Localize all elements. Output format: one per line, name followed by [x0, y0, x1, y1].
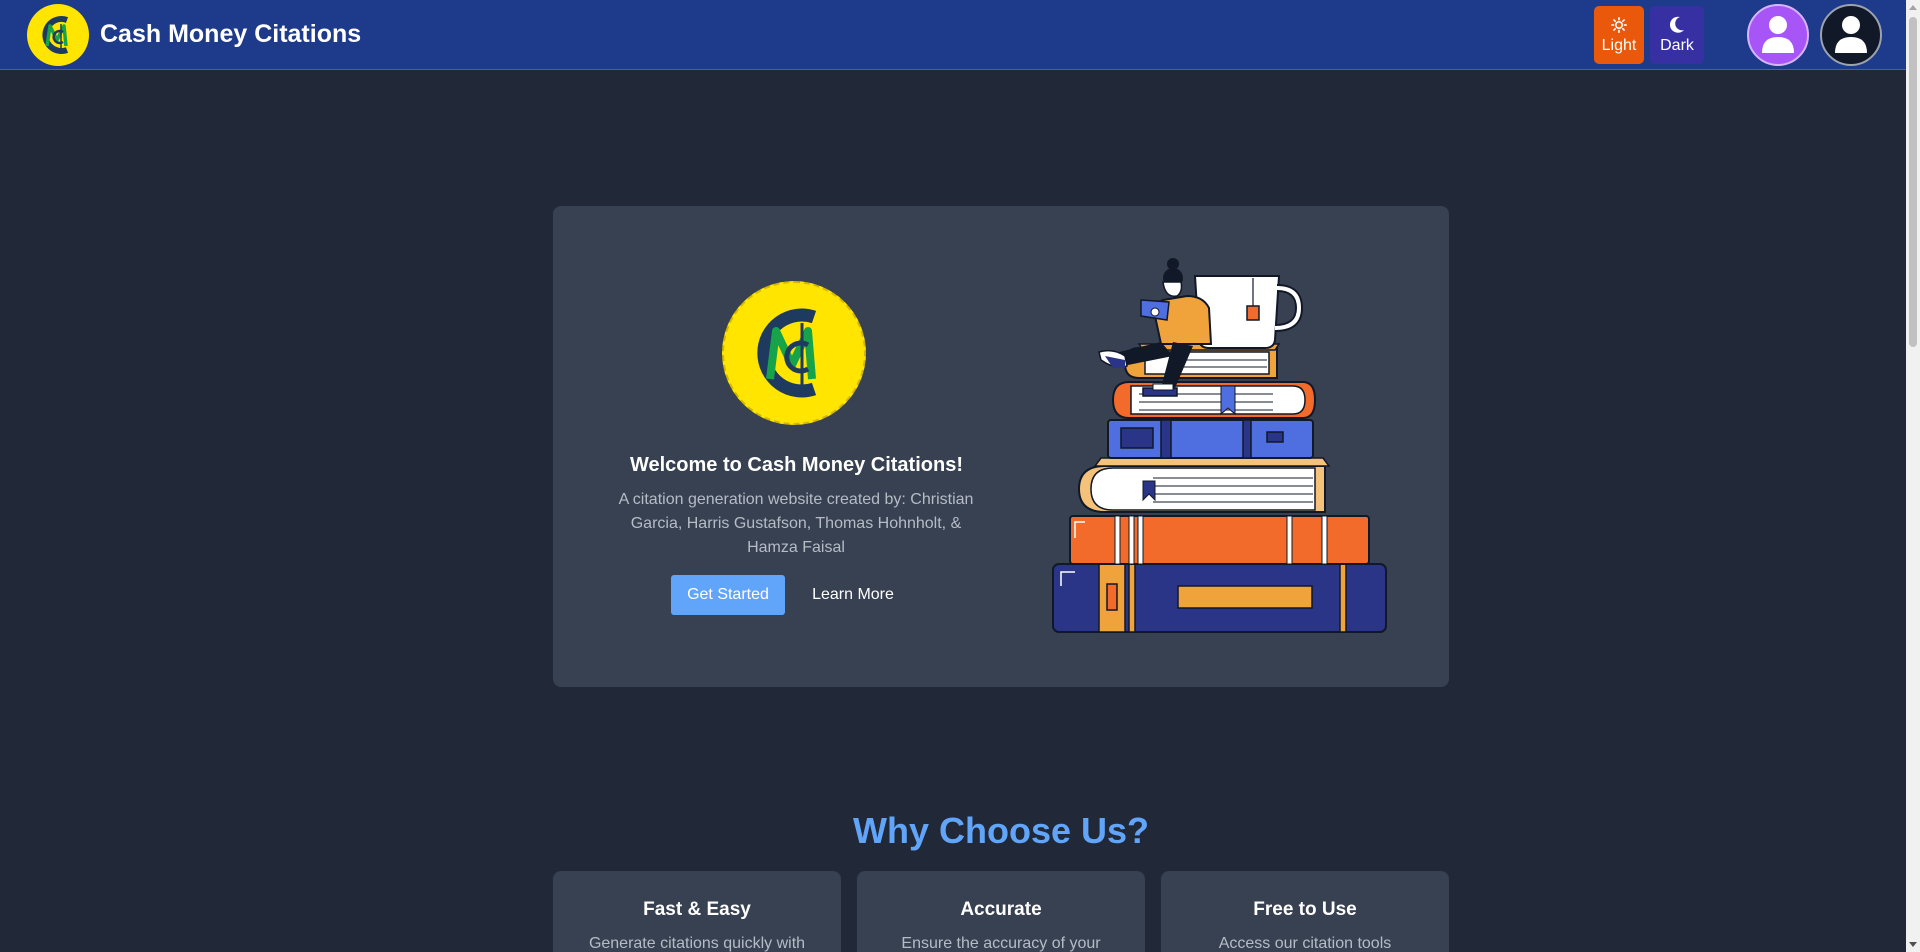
feature-title: Accurate [960, 899, 1042, 920]
get-started-button[interactable]: Get Started [671, 575, 785, 615]
user-avatar-icon [1835, 16, 1867, 53]
light-theme-button[interactable]: Light [1594, 6, 1644, 64]
scroll-down-arrow-icon[interactable] [1909, 942, 1917, 947]
hero-description: A citation generation website created by… [618, 491, 974, 556]
vertical-scrollbar[interactable] [1906, 0, 1920, 952]
feature-text: Access our citation tools [1218, 935, 1392, 952]
hero-logo [722, 281, 866, 425]
feature-text: Generate citations quickly with [588, 935, 806, 952]
user-avatar-button[interactable] [1747, 4, 1809, 66]
feature-card-accurate: Accurate Ensure the accuracy of your [857, 871, 1145, 952]
brand-logo[interactable] [27, 3, 89, 66]
feature-title: Fast & Easy [643, 899, 751, 920]
mc-logo-icon [42, 15, 69, 54]
feature-card-free-to-use: Free to Use Access our citation tools [1161, 871, 1449, 952]
profile-avatar-button[interactable] [1820, 4, 1882, 66]
scroll-up-arrow-icon[interactable] [1909, 5, 1917, 10]
theme-switcher: Light Dark [1594, 6, 1704, 64]
brand-title[interactable]: Cash Money Citations [100, 20, 361, 49]
sun-icon [1611, 15, 1627, 35]
mc-logo-icon [757, 308, 817, 398]
feature-title: Free to Use [1253, 899, 1357, 920]
why-choose-us-heading: Why Choose Us? [852, 810, 1149, 851]
feature-text: Ensure the accuracy of your [901, 935, 1101, 952]
learn-more-button[interactable]: Learn More [803, 575, 903, 615]
hero-title: Welcome to Cash Money Citations! [629, 454, 963, 476]
hero-card: Welcome to Cash Money Citations! A citat… [553, 206, 1449, 687]
dark-theme-button[interactable]: Dark [1650, 6, 1704, 64]
page: Cash Money Citations Light Dark Welcome … [0, 0, 1920, 952]
user-avatar-icon [1762, 16, 1794, 53]
brand[interactable]: Cash Money Citations [27, 3, 361, 66]
feature-card-fast-easy: Fast & Easy Generate citations quickly w… [553, 871, 841, 952]
person-reading-on-books-illustration [1052, 258, 1387, 633]
light-theme-label: Light [1601, 37, 1637, 54]
moon-icon [1669, 15, 1685, 35]
top-navbar: Cash Money Citations Light Dark [0, 0, 1906, 70]
scrollbar-thumb[interactable] [1909, 17, 1917, 347]
dark-theme-label: Dark [1660, 37, 1694, 54]
hero-content: Welcome to Cash Money Citations! A citat… [553, 206, 1040, 687]
